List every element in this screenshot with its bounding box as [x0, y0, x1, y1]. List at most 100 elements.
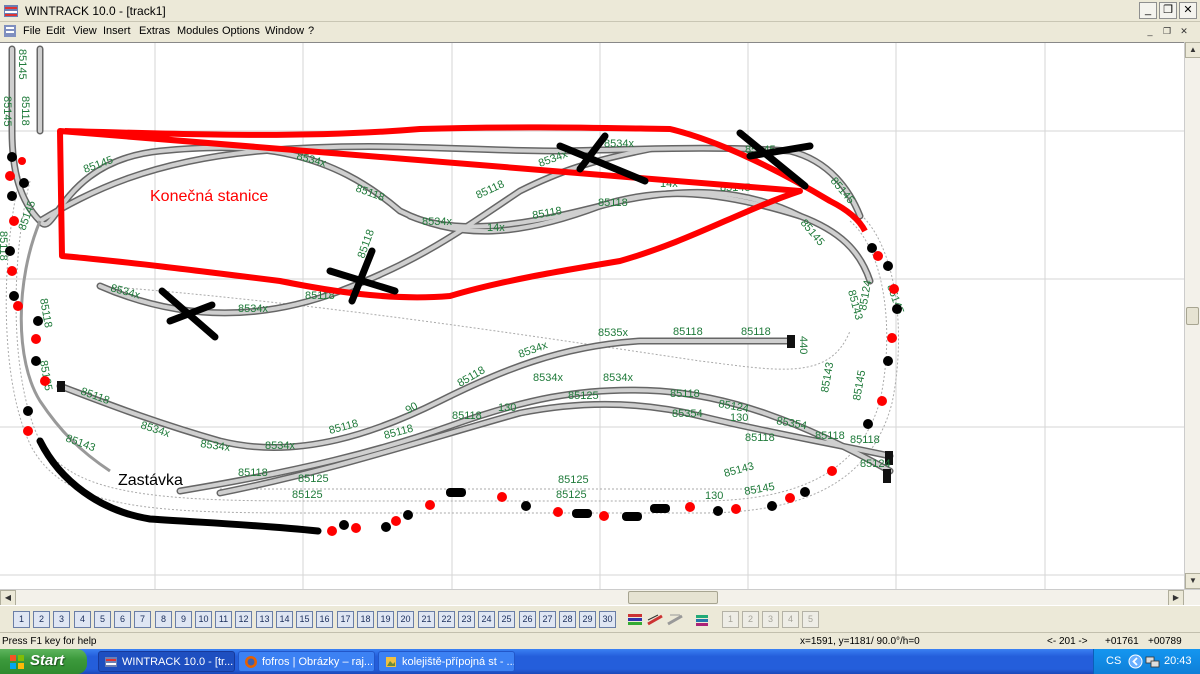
taskbar-button-image[interactable]: kolejiště-přípojná st - ...	[378, 651, 515, 672]
buffer-stop	[57, 381, 65, 392]
status-help: Press F1 key for help	[2, 636, 97, 647]
scroll-right-button[interactable]: ▶	[1168, 590, 1184, 606]
wintrack-app-icon[interactable]	[3, 3, 19, 19]
start-button[interactable]: Start	[0, 649, 87, 674]
module-button-29[interactable]: 29	[579, 611, 596, 628]
module-button-19[interactable]: 19	[377, 611, 394, 628]
svg-text:85118: 85118	[745, 432, 775, 444]
mdi-restore-button[interactable]: ❐	[1160, 25, 1174, 38]
close-button[interactable]: ✕	[1179, 2, 1197, 19]
module-button-10[interactable]: 10	[195, 611, 212, 628]
minimize-button[interactable]: _	[1139, 2, 1157, 19]
module-button-24[interactable]: 24	[478, 611, 495, 628]
track-red-icon[interactable]	[646, 611, 664, 629]
svg-text:85354: 85354	[672, 408, 703, 420]
wintrack-icon	[105, 657, 117, 667]
module-button-27[interactable]: 27	[539, 611, 556, 628]
svg-text:85118: 85118	[19, 96, 31, 126]
module-button-22[interactable]: 22	[438, 611, 455, 628]
menu-edit[interactable]: Edit	[46, 25, 65, 37]
track-canvas[interactable]: 85145 8534x 85118 8534x 8534x 85145 8511…	[0, 42, 1184, 589]
module-button-16[interactable]: 16	[316, 611, 333, 628]
vertical-scroll-thumb[interactable]	[1186, 307, 1199, 325]
module-button-4[interactable]: 4	[74, 611, 91, 628]
image-viewer-icon	[386, 657, 396, 667]
svg-text:85125: 85125	[556, 489, 587, 501]
view-button-2[interactable]: 2	[742, 611, 759, 628]
module-button-5[interactable]: 5	[94, 611, 111, 628]
scroll-down-button[interactable]: ▼	[1185, 573, 1200, 589]
module-button-14[interactable]: 14	[276, 611, 293, 628]
mdi-minimize-button[interactable]: _	[1143, 25, 1157, 38]
language-indicator[interactable]: CS	[1106, 655, 1121, 667]
network-icon[interactable]	[1145, 654, 1160, 669]
module-button-23[interactable]: 23	[458, 611, 475, 628]
menu-extras[interactable]: Extras	[139, 25, 170, 37]
vertical-scrollbar[interactable]: ▲ ▼	[1184, 42, 1200, 589]
svg-text:85118: 85118	[474, 178, 506, 201]
horizontal-scrollbar[interactable]: ◀ ▶	[0, 589, 1200, 606]
svg-text:85118: 85118	[815, 430, 845, 442]
module-toolbar: 1 2 3 4 5 6 7 8 9 10 11 12 13 14 15 16 1…	[0, 605, 1200, 632]
module-button-11[interactable]: 11	[215, 611, 232, 628]
scroll-up-button[interactable]: ▲	[1185, 42, 1200, 58]
module-button-3[interactable]: 3	[53, 611, 70, 628]
layers-icon[interactable]	[626, 611, 644, 629]
module-button-26[interactable]: 26	[519, 611, 536, 628]
status-x-value: +01761	[1105, 636, 1139, 647]
module-button-28[interactable]: 28	[559, 611, 576, 628]
menu-options[interactable]: Options	[222, 25, 260, 37]
menu-help[interactable]: ?	[308, 25, 314, 37]
module-button-8[interactable]: 8	[155, 611, 172, 628]
track-drawing[interactable]: 85145 8534x 85118 8534x 8534x 85145 8511…	[0, 43, 1184, 589]
module-button-17[interactable]: 17	[337, 611, 354, 628]
taskbar-button-wintrack[interactable]: WINTRACK 10.0 - [tr...	[98, 651, 235, 672]
taskbar-button-firefox[interactable]: fofros | Obrázky – raj...	[238, 651, 375, 672]
view-button-1[interactable]: 1	[722, 611, 739, 628]
module-button-18[interactable]: 18	[357, 611, 374, 628]
svg-text:85118: 85118	[670, 388, 700, 400]
svg-text:8534x: 8534x	[604, 138, 634, 150]
module-button-1[interactable]: 1	[13, 611, 30, 628]
tray-chevron-icon[interactable]	[1128, 654, 1143, 669]
svg-text:85125: 85125	[558, 474, 589, 486]
menu-window[interactable]: Window	[265, 25, 304, 37]
menu-modules[interactable]: Modules	[177, 25, 219, 37]
svg-text:8534x: 8534x	[265, 440, 295, 452]
module-button-7[interactable]: 7	[134, 611, 151, 628]
scroll-left-button[interactable]: ◀	[0, 590, 16, 606]
module-button-25[interactable]: 25	[498, 611, 515, 628]
svg-text:8534x: 8534x	[238, 303, 268, 315]
clock[interactable]: 20:43	[1164, 655, 1192, 667]
document-icon[interactable]	[3, 24, 17, 38]
svg-text:85125: 85125	[568, 390, 599, 402]
firefox-icon	[245, 656, 257, 668]
module-button-30[interactable]: 30	[599, 611, 616, 628]
module-button-20[interactable]: 20	[397, 611, 414, 628]
svg-text:85118: 85118	[79, 386, 111, 407]
track-gray-icon[interactable]	[666, 611, 684, 629]
svg-text:85118: 85118	[0, 231, 9, 261]
module-button-9[interactable]: 9	[175, 611, 192, 628]
status-y-value: +00789	[1148, 636, 1182, 647]
menu-view[interactable]: View	[73, 25, 97, 37]
menu-insert[interactable]: Insert	[103, 25, 131, 37]
svg-text:130: 130	[498, 402, 516, 414]
module-button-15[interactable]: 15	[296, 611, 313, 628]
view-button-5[interactable]: 5	[802, 611, 819, 628]
menu-file[interactable]: File	[23, 25, 41, 37]
mdi-close-button[interactable]: ✕	[1177, 25, 1191, 38]
restore-button[interactable]: ❐	[1159, 2, 1177, 19]
svg-text:8534x: 8534x	[533, 372, 563, 384]
module-button-6[interactable]: 6	[114, 611, 131, 628]
module-button-12[interactable]: 12	[235, 611, 252, 628]
horizontal-scroll-thumb[interactable]	[628, 591, 718, 604]
module-button-13[interactable]: 13	[256, 611, 273, 628]
svg-text:85143: 85143	[64, 433, 97, 455]
module-button-2[interactable]: 2	[33, 611, 50, 628]
svg-text:85125: 85125	[298, 473, 329, 485]
stack-icon[interactable]	[693, 611, 711, 629]
module-button-21[interactable]: 21	[418, 611, 435, 628]
view-button-3[interactable]: 3	[762, 611, 779, 628]
view-button-4[interactable]: 4	[782, 611, 799, 628]
